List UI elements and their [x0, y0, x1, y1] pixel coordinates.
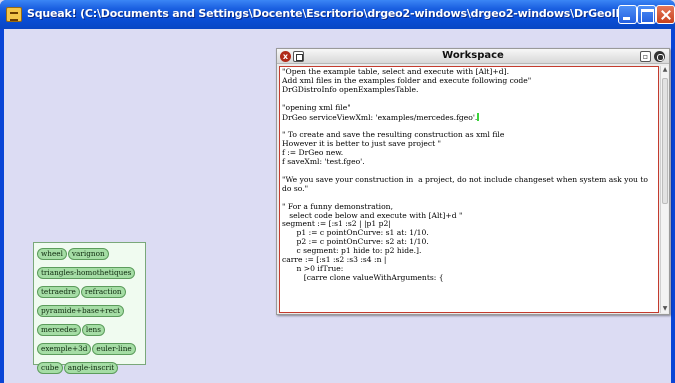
workspace-text-area[interactable]: "Open the example table, select and exec…: [279, 66, 659, 313]
squeak-app-icon: [6, 7, 22, 22]
example-chip-triangles-homothetiques[interactable]: triangles-homothetiques: [37, 267, 136, 279]
window-titlebar[interactable]: Squeak! (C:\Documents and Settings\Docen…: [0, 0, 675, 29]
example-chip-refraction[interactable]: refraction: [80, 286, 126, 298]
maximize-button[interactable]: [637, 5, 656, 24]
squeak-desktop: x Workspace ▫ "Open the example table, s…: [4, 29, 671, 383]
text-cursor: [477, 112, 480, 121]
scroll-down-icon[interactable]: ▼: [661, 305, 669, 313]
example-chip-tetraedre[interactable]: tetraedre: [37, 286, 80, 298]
workspace-scrollbar[interactable]: ▲ ▼: [660, 66, 668, 313]
workspace-collapse-icon[interactable]: ▫: [640, 51, 651, 62]
workspace-titlebar[interactable]: x Workspace ▫: [277, 49, 669, 64]
workspace-code-after-cursor: " To create and save the resulting const…: [282, 130, 648, 282]
minimize-button[interactable]: [618, 5, 637, 24]
example-chip-exemple-3d[interactable]: exemple+3d: [37, 343, 92, 355]
scroll-up-icon[interactable]: ▲: [661, 66, 669, 74]
example-chip-pyramide-base-rect[interactable]: pyramide+base+rect: [37, 305, 125, 317]
workspace-title: Workspace: [442, 50, 504, 61]
window-title: Squeak! (C:\Documents and Settings\Docen…: [27, 7, 666, 20]
example-chip-mercedes[interactable]: mercedes: [37, 324, 81, 336]
workspace-expand-icon[interactable]: [654, 51, 665, 62]
workspace-code-before-cursor: "Open the example table, select and exec…: [282, 67, 532, 122]
close-button[interactable]: [656, 5, 675, 24]
example-chip-angle-inscrit[interactable]: angle-inscrit: [63, 362, 119, 374]
example-chip-euler-line[interactable]: euler-line: [92, 343, 136, 355]
examples-palette: wheel varignon triangles-homothetiques te…: [33, 242, 146, 374]
squeak-window: Squeak! (C:\Documents and Settings\Docen…: [0, 0, 675, 383]
example-chip-cube[interactable]: cube: [37, 362, 63, 374]
example-chip-varignon[interactable]: varignon: [67, 248, 109, 260]
scrollbar-thumb[interactable]: [662, 78, 668, 204]
workspace-window: x Workspace ▫ "Open the example table, s…: [276, 48, 670, 315]
example-chip-lens[interactable]: lens: [81, 324, 105, 336]
example-chip-wheel[interactable]: wheel: [37, 248, 67, 260]
